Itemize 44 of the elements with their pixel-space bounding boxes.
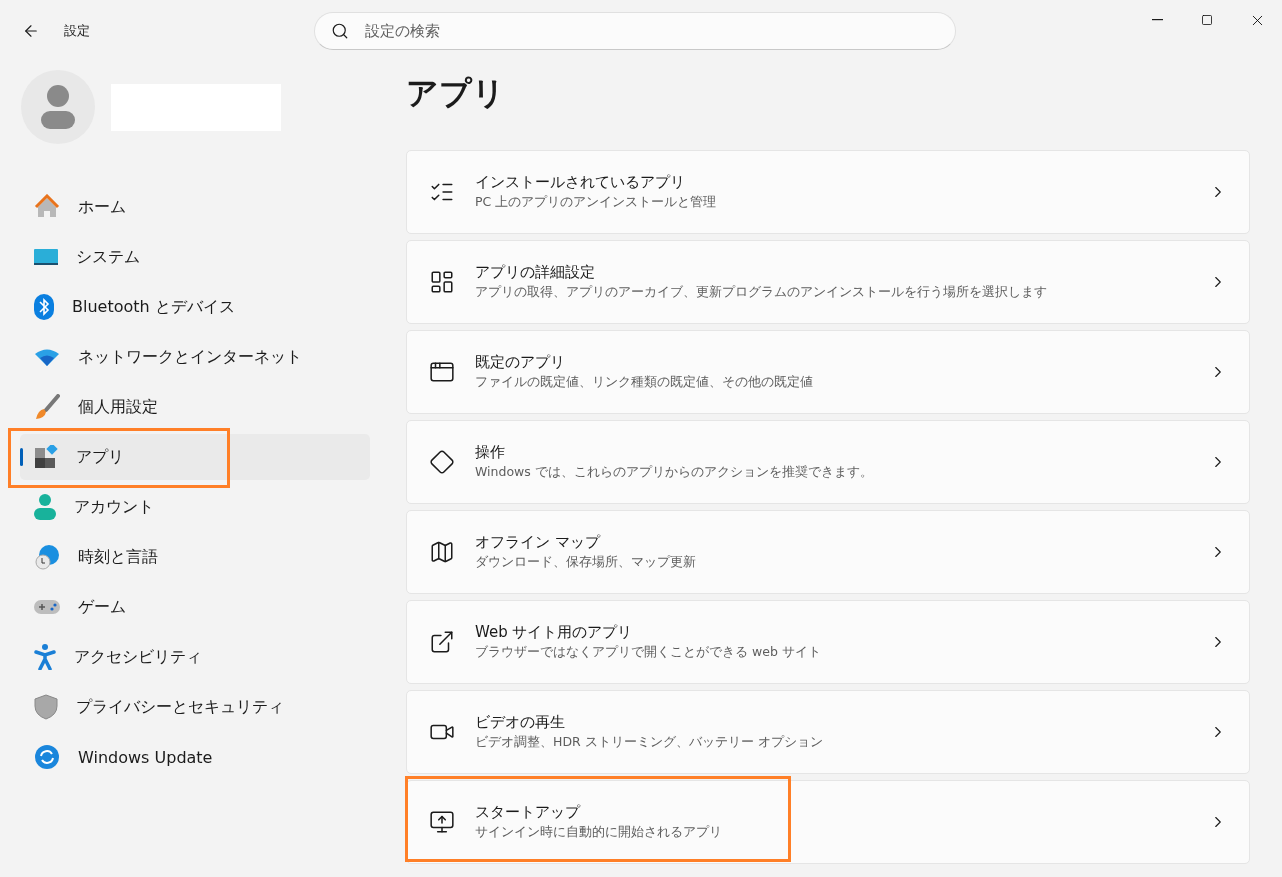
sidebar-item[interactable]: ネットワークとインターネット — [20, 334, 370, 380]
maximize-icon — [1201, 14, 1213, 26]
house-icon — [34, 194, 60, 220]
search-input[interactable]: 設定の検索 — [363, 21, 955, 41]
selection-indicator — [20, 448, 23, 466]
sidebar-item[interactable]: アプリ — [20, 434, 370, 480]
screen-arrow-up-icon — [429, 809, 455, 835]
shield-icon — [34, 694, 58, 720]
back-icon[interactable] — [22, 22, 40, 40]
globe-clock-icon — [34, 544, 60, 570]
monitor-icon — [34, 247, 58, 267]
sidebar-item[interactable]: Windows Update — [20, 734, 370, 780]
bluetooth-icon — [34, 294, 54, 320]
sidebar-item[interactable]: アクセシビリティ — [20, 634, 370, 680]
minimize-icon — [1151, 19, 1163, 21]
sidebar-item[interactable]: Bluetooth とデバイス — [20, 284, 370, 330]
window-title: 設定 — [64, 22, 91, 40]
window-arrow-icon — [429, 629, 455, 655]
sidebar-item[interactable]: 時刻と言語 — [20, 534, 370, 580]
settings-card[interactable]: ビデオの再生 ビデオ調整、HDR ストリーミング、バッテリー オプション — [406, 690, 1250, 774]
search-field[interactable]: 設定の検索 — [314, 12, 956, 50]
settings-card[interactable]: スタートアップ サインイン時に自動的に開始されるアプリ — [406, 780, 1250, 864]
apps-icon — [34, 445, 58, 469]
settings-card[interactable]: インストールされているアプリ PC 上のアプリのアンインストールと管理 — [406, 150, 1250, 234]
accessibility-icon — [34, 644, 56, 670]
gamepad-icon — [34, 598, 60, 616]
refresh-icon — [34, 744, 60, 770]
settings-card[interactable]: 既定のアプリ ファイルの既定値、リンク種類の既定値、その他の既定値 — [406, 330, 1250, 414]
settings-card[interactable]: Web サイト用のアプリ ブラウザーではなくアプリで開くことができる web サイト — [406, 600, 1250, 684]
sidebar-item[interactable]: ゲーム — [20, 584, 370, 630]
settings-card[interactable]: アプリの詳細設定 アプリの取得、アプリのアーカイブ、更新プログラムのアンインストールを行う場所を選択します — [406, 240, 1250, 324]
wifi-icon — [34, 347, 60, 367]
settings-card[interactable]: 操作 Windows では、これらのアプリからのアクションを推奨できます。 — [406, 420, 1250, 504]
sidebar-item[interactable]: 個人用設定 — [20, 384, 370, 430]
brush-icon — [34, 394, 60, 420]
sidebar-item[interactable]: アカウント — [20, 484, 370, 530]
person-icon — [34, 494, 56, 520]
search-icon — [331, 22, 349, 40]
page-heading: アプリ — [406, 73, 506, 114]
user-silhouette-icon — [40, 85, 76, 129]
sidebar-item[interactable]: プライバシーとセキュリティ — [20, 684, 370, 730]
sidebar-item[interactable]: ホーム — [20, 184, 370, 230]
sidebar-item[interactable]: システム — [20, 234, 370, 280]
settings-card[interactable]: オフライン マップ ダウンロード、保存場所、マップ更新 — [406, 510, 1250, 594]
